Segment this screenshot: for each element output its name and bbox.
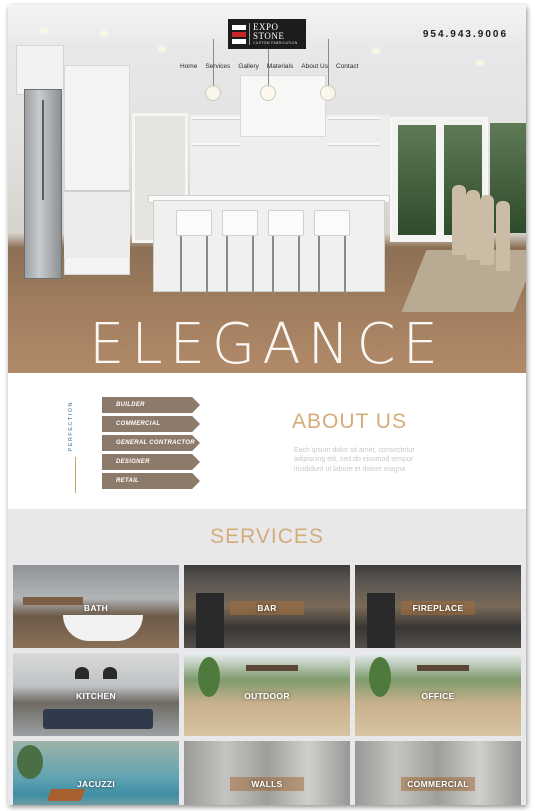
hero-title: ELEGANCE — [88, 312, 446, 373]
logo-tagline: CUSTOM FABRICATION — [252, 40, 298, 45]
service-tile-walls[interactable]: WALLS — [184, 741, 350, 805]
service-label: OFFICE — [421, 691, 455, 701]
service-label: BATH — [83, 603, 109, 613]
ceiling-light — [476, 61, 484, 65]
nav-about-us[interactable]: About Us — [301, 63, 328, 70]
upper-cabinets — [16, 45, 64, 95]
pendant-shape — [103, 667, 117, 679]
service-label: OUTDOOR — [244, 691, 290, 701]
cabinet-shape — [196, 593, 224, 648]
stool-leg — [272, 236, 274, 294]
perfection-line — [75, 457, 76, 493]
about-text: Each ipsum dolor sit amet, consectetur a… — [294, 447, 415, 473]
stool-leg — [180, 236, 182, 294]
service-label: JACUZZI — [77, 779, 115, 789]
about-section: PERFECTION BUILDER COMMERCIAL GENERAL CO… — [8, 373, 526, 509]
service-tile-kitchen[interactable]: KITCHEN — [13, 653, 179, 736]
ceiling-light — [100, 31, 108, 35]
bar-stool — [222, 210, 258, 236]
pendant-shape — [75, 667, 89, 679]
nav-materials[interactable]: Materials — [267, 63, 293, 70]
open-shelf — [192, 117, 240, 120]
stool-leg — [298, 236, 300, 294]
cabinet-shape — [367, 593, 395, 648]
door-pane — [398, 125, 436, 235]
nav-gallery[interactable]: Gallery — [238, 63, 259, 70]
about-title: ABOUT US — [292, 410, 407, 433]
tag-builder[interactable]: BUILDER — [102, 397, 200, 413]
nav-services[interactable]: Services — [205, 63, 230, 70]
client-tag-list: BUILDER COMMERCIAL GENERAL CONTRACTOR DE… — [102, 397, 200, 489]
open-shelf — [328, 143, 380, 146]
page: EXPO STONE CUSTOM FABRICATION 954.943.90… — [8, 5, 526, 805]
service-tile-fireplace[interactable]: FIREPLACE — [355, 565, 521, 648]
range-hood — [240, 75, 326, 137]
ceiling-light — [372, 49, 380, 53]
lounge-chair-shape — [46, 789, 86, 801]
pendant-globe — [205, 85, 221, 101]
stool-leg — [318, 236, 320, 294]
perfection-label: PERFECTION — [68, 401, 74, 452]
stool-leg — [206, 236, 208, 294]
logo-name: EXPO STONE — [252, 21, 285, 41]
tag-designer[interactable]: DESIGNER — [102, 454, 200, 470]
service-label: KITCHEN — [76, 691, 116, 701]
service-tile-office[interactable]: OFFICE — [355, 653, 521, 736]
open-shelf — [192, 143, 240, 146]
bar-stool — [268, 210, 304, 236]
pergola-shape — [417, 665, 469, 671]
open-shelf — [328, 117, 380, 120]
service-tile-commercial[interactable]: COMMERCIAL — [355, 741, 521, 805]
services-section: SERVICES BATH BAR FIREPLACE KITCHEN OUTD… — [8, 509, 526, 805]
bar-stool — [176, 210, 212, 236]
pergola-shape — [246, 665, 298, 671]
stool-leg — [344, 236, 346, 294]
service-tile-bar[interactable]: BAR — [184, 565, 350, 648]
service-label: COMMERCIAL — [407, 779, 469, 789]
hero-section: EXPO STONE CUSTOM FABRICATION 954.943.90… — [8, 5, 526, 373]
service-label: FIREPLACE — [412, 603, 464, 613]
bar-stool — [314, 210, 350, 236]
plant-shape — [17, 745, 43, 779]
expo-stone-logo[interactable]: EXPO STONE CUSTOM FABRICATION — [228, 19, 306, 49]
dining-chair — [466, 190, 480, 260]
service-label: WALLS — [251, 779, 283, 789]
base-cabinets — [64, 190, 130, 258]
tag-general-contractor[interactable]: GENERAL CONTRACTOR — [102, 435, 200, 451]
bathtub-shape — [63, 615, 143, 641]
dining-chair — [452, 185, 466, 255]
service-tile-bath[interactable]: BATH — [13, 565, 179, 648]
service-label: BAR — [257, 603, 277, 613]
tag-commercial[interactable]: COMMERCIAL — [102, 416, 200, 432]
dining-chair — [496, 201, 510, 271]
pendant-globe — [320, 85, 336, 101]
stool-leg — [252, 236, 254, 294]
logo-mark-icon — [232, 24, 246, 44]
service-tile-jacuzzi[interactable]: JACUZZI — [13, 741, 179, 805]
main-nav: Home Services Gallery Materials About Us… — [180, 63, 358, 70]
logo-text: EXPO STONE CUSTOM FABRICATION — [248, 21, 302, 46]
ceiling-light — [40, 29, 48, 33]
service-tile-outdoor[interactable]: OUTDOOR — [184, 653, 350, 736]
nav-home[interactable]: Home — [180, 63, 197, 70]
dining-chair — [480, 195, 494, 265]
refrigerator — [24, 89, 62, 279]
tag-retail[interactable]: RETAIL — [102, 473, 200, 489]
nav-contact[interactable]: Contact — [336, 63, 358, 70]
stool-leg — [226, 236, 228, 294]
stools-shape — [43, 709, 153, 729]
pendant-globe — [260, 85, 276, 101]
ceiling-light — [158, 47, 166, 51]
services-title: SERVICES — [210, 525, 324, 548]
phone-number[interactable]: 954.943.9006 — [423, 29, 508, 40]
